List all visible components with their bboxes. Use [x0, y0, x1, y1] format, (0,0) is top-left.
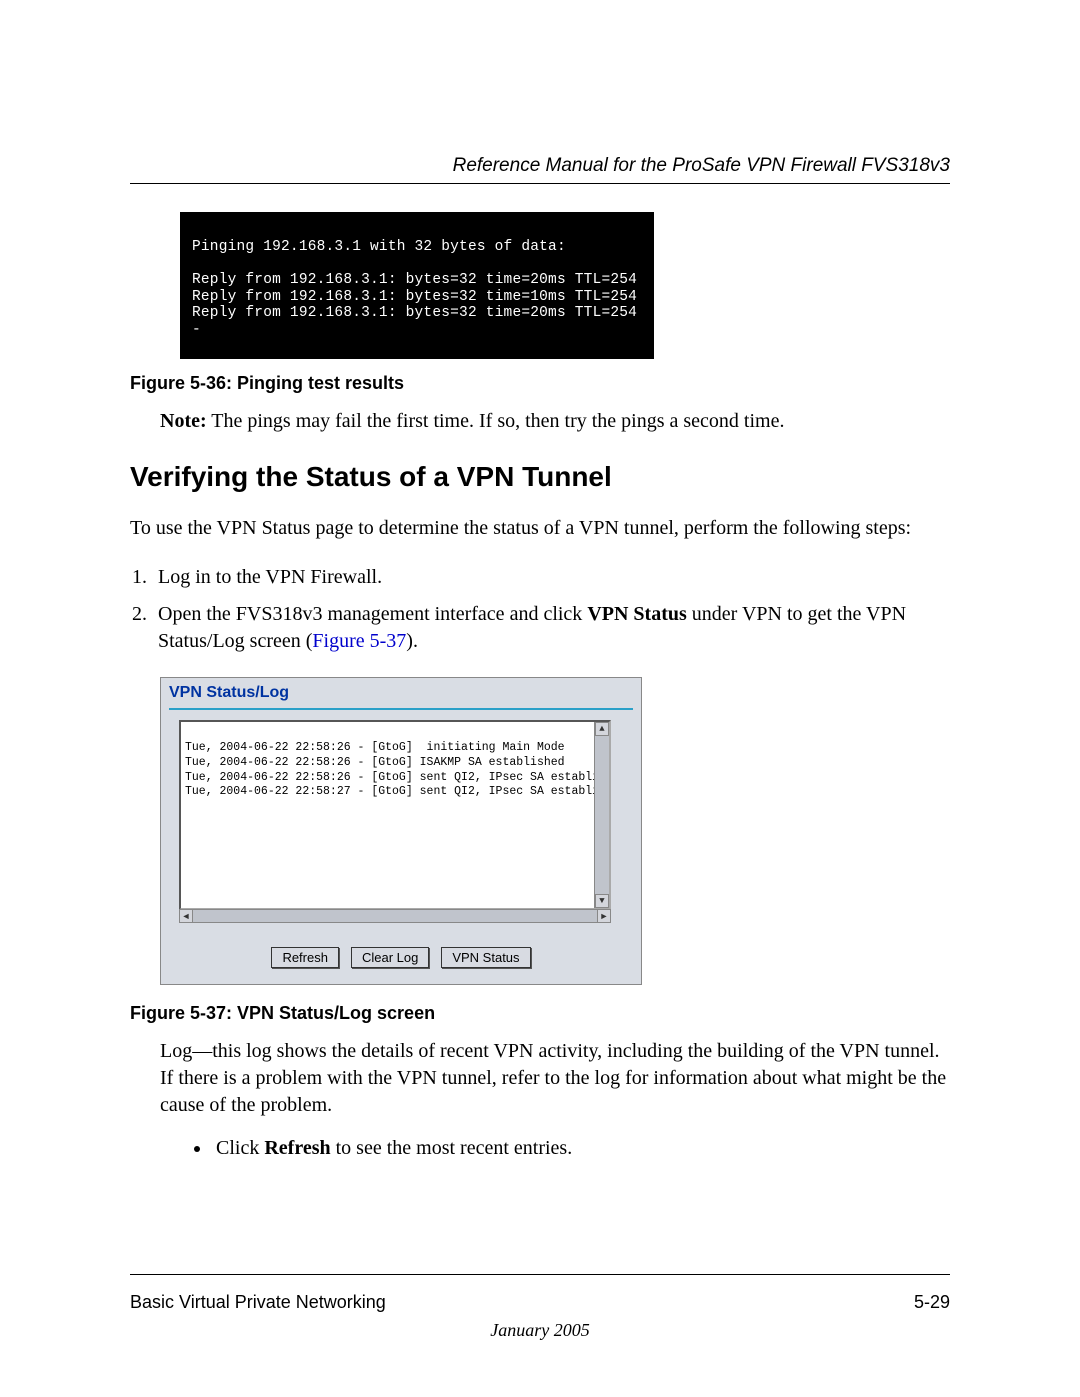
scroll-up-icon[interactable]: ▲: [595, 722, 609, 736]
bullet-1-a: Click: [216, 1137, 264, 1159]
note-text: The pings may fail the first time. If so…: [207, 410, 785, 432]
log-line: Tue, 2004-06-22 22:58:27 - [GtoG] sent Q…: [185, 785, 611, 798]
terminal-line: Pinging 192.168.3.1 with 32 bytes of dat…: [192, 239, 566, 255]
log-line: Tue, 2004-06-22 22:58:26 - [GtoG] initia…: [185, 741, 565, 754]
refresh-button[interactable]: Refresh: [271, 947, 339, 968]
bullet-1-c: to see the most recent entries.: [331, 1137, 573, 1159]
figure-5-37-link[interactable]: Figure 5-37: [312, 630, 406, 652]
vpn-panel-divider: [169, 708, 633, 710]
section-heading: Verifying the Status of a VPN Tunnel: [130, 461, 950, 493]
vertical-scrollbar[interactable]: ▲ ▼: [594, 722, 609, 908]
scroll-right-icon[interactable]: ►: [597, 909, 611, 923]
footer-rule: [130, 1274, 950, 1275]
footer-row: Basic Virtual Private Networking 5-29: [130, 1292, 950, 1313]
scroll-left-icon[interactable]: ◄: [179, 909, 193, 923]
step-2-text-a: Open the FVS318v3 management interface a…: [158, 603, 587, 625]
page-header-title: Reference Manual for the ProSafe VPN Fir…: [130, 155, 950, 177]
vpn-status-panel: VPN Status/Log Tue, 2004-06-22 22:58:26 …: [160, 677, 642, 985]
note-label: Note:: [160, 410, 207, 432]
footer-page-number: 5-29: [914, 1292, 950, 1313]
log-line: Tue, 2004-06-22 22:58:26 - [GtoG] ISAKMP…: [185, 756, 565, 769]
step-2-bold: VPN Status: [587, 603, 686, 625]
terminal-line: Reply from 192.168.3.1: bytes=32 time=10…: [192, 289, 637, 305]
figure-36-caption: Figure 5-36: Pinging test results: [130, 373, 950, 394]
vpn-button-row: Refresh Clear Log VPN Status: [161, 929, 641, 984]
step-2: Open the FVS318v3 management interface a…: [152, 601, 950, 655]
log-box-wrap: Tue, 2004-06-22 22:58:26 - [GtoG] initia…: [179, 720, 633, 923]
note-line: Note: The pings may fail the first time.…: [160, 408, 950, 435]
footer-date: January 2005: [0, 1320, 1080, 1341]
header-rule: [130, 183, 950, 184]
log-line: Tue, 2004-06-22 22:58:26 - [GtoG] sent Q…: [185, 771, 611, 784]
step-1: Log in to the VPN Firewall.: [152, 564, 950, 591]
vpn-log-textarea[interactable]: Tue, 2004-06-22 22:58:26 - [GtoG] initia…: [179, 720, 611, 910]
terminal-line: Reply from 192.168.3.1: bytes=32 time=20…: [192, 305, 637, 321]
bullet-1: Click Refresh to see the most recent ent…: [212, 1135, 950, 1162]
bullet-1-bold: Refresh: [264, 1137, 330, 1159]
step-2-text-e: ).: [406, 630, 418, 652]
horizontal-scrollbar[interactable]: ◄ ►: [179, 909, 611, 923]
clear-log-button[interactable]: Clear Log: [351, 947, 429, 968]
vpn-status-button[interactable]: VPN Status: [441, 947, 530, 968]
log-description: Log—this log shows the details of recent…: [160, 1038, 950, 1119]
vpn-panel-title: VPN Status/Log: [161, 678, 641, 706]
footer-left: Basic Virtual Private Networking: [130, 1292, 386, 1313]
scroll-down-icon[interactable]: ▼: [595, 894, 609, 908]
terminal-line: Reply from 192.168.3.1: bytes=32 time=20…: [192, 272, 637, 288]
figure-37-caption: Figure 5-37: VPN Status/Log screen: [130, 1003, 950, 1024]
ping-terminal: Pinging 192.168.3.1 with 32 bytes of dat…: [180, 212, 654, 359]
intro-paragraph: To use the VPN Status page to determine …: [130, 515, 950, 542]
steps-list: Log in to the VPN Firewall. Open the FVS…: [130, 564, 950, 655]
bullet-list: Click Refresh to see the most recent ent…: [190, 1135, 950, 1162]
